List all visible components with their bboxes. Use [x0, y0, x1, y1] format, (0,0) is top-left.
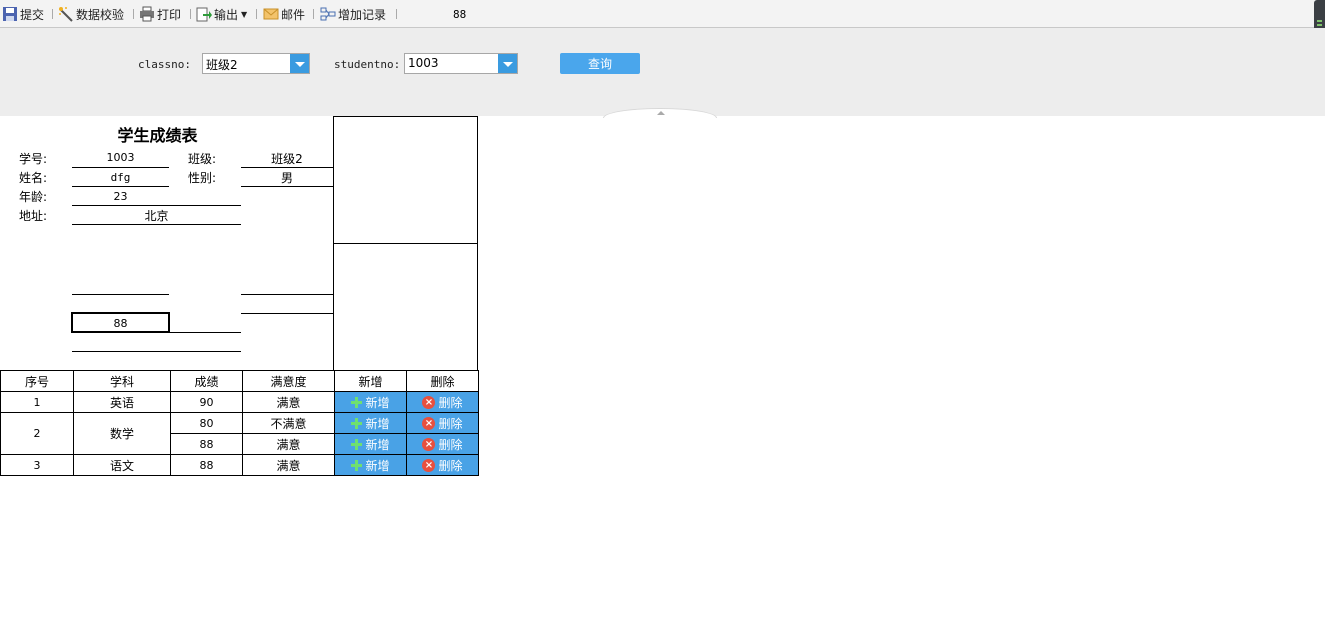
classno-value: 班级2 [206, 58, 238, 72]
plus-icon [351, 459, 363, 471]
close-icon: × [422, 395, 436, 409]
add-record-button[interactable]: 增加记录 [320, 5, 386, 23]
row-score[interactable]: 80 [170, 412, 243, 434]
row-no: 1 [0, 391, 74, 413]
class-value: 班级2 [271, 152, 303, 166]
plus-icon [351, 396, 363, 408]
mail-label: 邮件 [281, 7, 306, 22]
toolbar-divider [313, 9, 314, 19]
wand-icon [58, 6, 74, 22]
print-button[interactable]: 打印 [139, 5, 181, 23]
toolbar: 提交 数据校验 打印 输出 ▼ 邮件 增加记录 88 [0, 0, 1325, 47]
add-row-button[interactable]: 新增 [335, 434, 406, 454]
class-label: 班级: [188, 152, 217, 166]
classno-label: classno: [138, 58, 191, 71]
row-score[interactable]: 88 [170, 454, 243, 476]
gender-label: 性别: [188, 171, 217, 185]
score-table: 序号 学科 成绩 满意度 新增 删除 1 英语 90 满意 新增 × 删除 2 数… [0, 370, 479, 476]
row-satisfaction[interactable]: 满意 [242, 454, 335, 476]
submit-button[interactable]: 提交 [2, 5, 44, 23]
delete-row-button[interactable]: × 删除 [407, 434, 478, 454]
plus-icon [351, 417, 363, 429]
gender-value: 男 [280, 171, 293, 185]
header-add: 新增 [334, 370, 407, 392]
save-icon [2, 6, 18, 22]
query-button[interactable]: 查询 [560, 53, 640, 74]
row-subject: 数学 [73, 412, 171, 455]
row-no: 2 [0, 412, 74, 455]
plus-icon [351, 438, 363, 450]
parameter-panel: classno: 班级2 studentno: 1003 查询 [0, 28, 1325, 118]
table-row: 2 数学 80 不满意 新增 × 删除 [0, 412, 479, 455]
printer-icon [139, 6, 155, 22]
delete-row-button[interactable]: × 删除 [407, 392, 478, 412]
page-indicator: 88 [453, 8, 467, 21]
chevron-down-icon[interactable] [498, 54, 517, 73]
validate-button[interactable]: 数据校验 [58, 5, 124, 23]
classno-select[interactable]: 班级2 [202, 53, 310, 74]
report-title: 学生成绩表 [117, 126, 198, 145]
validate-label: 数据校验 [76, 7, 125, 22]
header-no: 序号 [0, 370, 74, 392]
boxed-cell[interactable]: 88 [71, 312, 170, 333]
studentno-value: 1003 [408, 56, 439, 70]
table-row: 3 语文 88 满意 新增 × 删除 [0, 454, 479, 476]
studentno-label: studentno: [334, 58, 401, 71]
add-record-label: 增加记录 [338, 7, 387, 22]
mail-button[interactable]: 邮件 [263, 5, 305, 23]
envelope-icon [263, 6, 279, 22]
submit-label: 提交 [20, 7, 45, 22]
age-value: 23 [113, 190, 128, 203]
toolbar-divider [133, 9, 134, 19]
header-satisfaction: 满意度 [242, 370, 335, 392]
age-label: 年龄: [19, 190, 48, 204]
toolbar-divider [190, 9, 191, 19]
chevron-down-icon[interactable] [290, 54, 309, 73]
student-no-value: 1003 [106, 151, 135, 164]
toolbar-divider [52, 9, 53, 19]
table-header: 序号 学科 成绩 满意度 新增 删除 [0, 370, 479, 392]
delete-row-button[interactable]: × 删除 [407, 455, 478, 475]
boxed-value: 88 [113, 317, 128, 330]
close-icon: × [422, 458, 436, 472]
toolbar-divider [396, 9, 397, 19]
export-icon [196, 6, 212, 22]
name-value: dfg [110, 171, 131, 184]
name-label: 姓名: [19, 171, 48, 185]
report: 学生成绩表 学号: 1003 班级: 班级2 姓名: dfg 性别: 男 年龄:… [0, 116, 1325, 626]
row-satisfaction[interactable]: 不满意 [242, 412, 335, 434]
delete-row-button[interactable]: × 删除 [407, 413, 478, 433]
row-satisfaction[interactable]: 满意 [242, 391, 335, 413]
add-row-button[interactable]: 新增 [335, 455, 406, 475]
add-row-button[interactable]: 新增 [335, 413, 406, 433]
row-subject: 语文 [73, 454, 171, 476]
header-delete: 删除 [406, 370, 479, 392]
row-score[interactable]: 90 [170, 391, 243, 413]
close-icon: × [422, 416, 436, 430]
export-button[interactable]: 输出 ▼ [196, 5, 247, 23]
print-label: 打印 [157, 7, 182, 22]
header-score: 成绩 [170, 370, 243, 392]
row-subject: 英语 [73, 391, 171, 413]
toolbar-divider [256, 9, 257, 19]
row-no: 3 [0, 454, 74, 476]
close-icon: × [422, 437, 436, 451]
address-label: 地址: [19, 209, 48, 223]
add-row-button[interactable]: 新增 [335, 392, 406, 412]
row-satisfaction[interactable]: 满意 [242, 433, 335, 455]
chevron-down-icon: ▼ [241, 9, 248, 19]
export-label: 输出 [214, 7, 239, 22]
address-value: 北京 [144, 209, 169, 223]
row-score[interactable]: 88 [170, 433, 243, 455]
studentno-select[interactable]: 1003 [404, 53, 518, 74]
header-subject: 学科 [73, 370, 171, 392]
table-row: 1 英语 90 满意 新增 × 删除 [0, 391, 479, 413]
student-no-label: 学号: [19, 152, 48, 166]
add-record-icon [320, 6, 336, 22]
